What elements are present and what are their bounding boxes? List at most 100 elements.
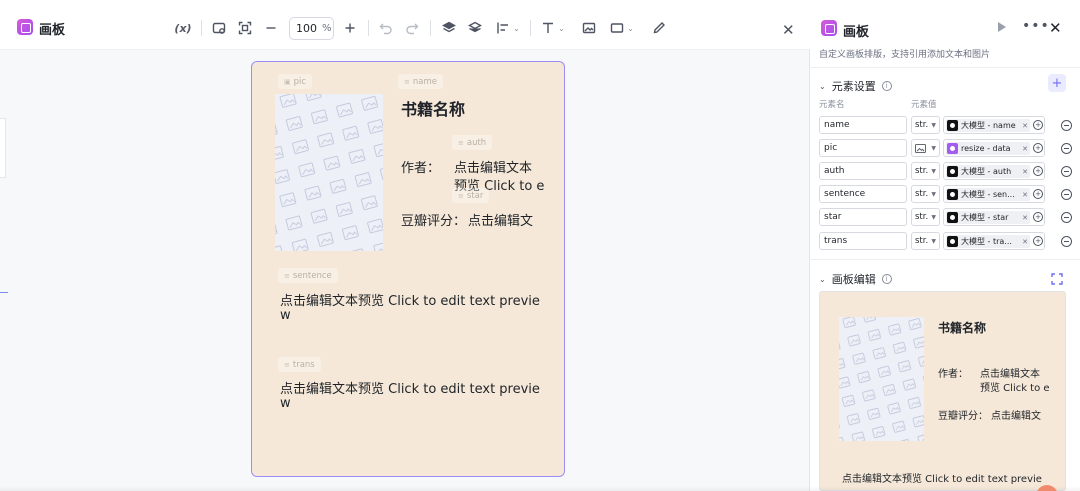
canvas-app-icon	[17, 19, 33, 35]
align-dropdown[interactable]: ⌄	[493, 18, 523, 38]
element-name-input[interactable]: pic	[819, 139, 907, 157]
chevron-down-icon: ▼	[931, 121, 936, 129]
element-value-field[interactable]: 大模型 - name ✕ +	[943, 116, 1045, 134]
toolbar-divider	[530, 20, 531, 36]
canvas-node-icon	[821, 20, 837, 36]
node-settings-panel: 画板 ••• ✕ 自定义画板排版，支持引用添加文本和图片 ⌄ 元素设置 i + …	[811, 0, 1080, 491]
app-title: 画板	[39, 23, 66, 38]
string-type-icon: ≡	[284, 271, 290, 280]
element-value-field[interactable]: 大模型 - star ✕ +	[943, 208, 1045, 226]
element-name-input[interactable]: star	[819, 208, 907, 226]
fit-screen-icon[interactable]	[237, 18, 253, 38]
tag-name: ≡ name	[398, 74, 443, 89]
element-value-field[interactable]: 大模型 - tra... ✕ +	[943, 232, 1045, 250]
element-settings-header[interactable]: ⌄ 元素设置 i	[819, 78, 892, 94]
panel-description: 自定义画板排版，支持引用添加文本和图片	[819, 50, 991, 60]
book-title-text[interactable]: 书籍名称	[401, 96, 465, 120]
more-icon[interactable]: •••	[1022, 18, 1050, 34]
canvas-board[interactable]: ▣ pic ≡ name 书籍名称 ≡ auth 作者： 点击编辑文本 预览 Clic…	[251, 61, 565, 477]
layers-icon[interactable]	[467, 18, 483, 38]
reference-chip: 大模型 - auth ✕	[946, 165, 1030, 178]
variable-button[interactable]: (x)	[174, 18, 192, 38]
layer-up-icon[interactable]	[441, 18, 457, 38]
image-tool-icon[interactable]	[581, 18, 597, 38]
add-reference-icon[interactable]: +	[1033, 120, 1043, 130]
pen-tool-icon[interactable]	[651, 18, 667, 38]
collapsed-side-panel[interactable]	[0, 118, 6, 178]
tag-auth: ≡ auth	[452, 135, 493, 150]
zoom-in-icon[interactable]	[342, 18, 358, 38]
undo-icon[interactable]	[378, 18, 394, 38]
run-icon[interactable]	[998, 22, 1006, 32]
remove-row-icon[interactable]	[1061, 212, 1072, 223]
element-name-input[interactable]: trans	[819, 232, 907, 250]
canvas-preview[interactable]: 书籍名称 作者： 点击编辑文本 预览 Click to e 豆瓣评分： 点击编辑…	[819, 291, 1066, 491]
element-value-field[interactable]: resize - data ✕ +	[943, 139, 1045, 157]
zoom-out-icon[interactable]	[263, 18, 279, 38]
remove-chip-icon[interactable]: ✕	[1022, 145, 1028, 153]
redo-icon[interactable]	[404, 18, 420, 38]
add-reference-icon[interactable]: +	[1033, 189, 1043, 199]
add-reference-icon[interactable]: +	[1033, 212, 1043, 222]
type-select[interactable]: str. ▼	[911, 232, 940, 250]
trans-line1[interactable]: 点击编辑文本预览 Click to edit text previe	[280, 378, 540, 397]
preview-rating-label: 豆瓣评分：	[938, 411, 988, 422]
remove-row-icon[interactable]	[1061, 120, 1072, 131]
preview-book-title: 书籍名称	[938, 321, 987, 335]
llm-icon	[947, 120, 958, 131]
rating-value[interactable]: 点击编辑文	[468, 210, 533, 229]
element-row: trans str. ▼ 大模型 - tra... ✕ +	[819, 232, 1074, 252]
sentence-line2[interactable]: w	[280, 308, 291, 323]
remove-row-icon[interactable]	[1061, 166, 1072, 177]
llm-icon	[947, 212, 958, 223]
image-type-icon: ▣	[284, 77, 291, 86]
remove-chip-icon[interactable]: ✕	[1022, 214, 1028, 222]
type-select[interactable]: str. ▼	[911, 162, 940, 180]
type-select[interactable]: str. ▼	[911, 116, 940, 134]
llm-icon	[947, 166, 958, 177]
add-reference-icon[interactable]: +	[1033, 166, 1043, 176]
llm-icon	[947, 236, 958, 247]
remove-chip-icon[interactable]: ✕	[1022, 168, 1028, 176]
fullscreen-icon[interactable]	[1051, 270, 1063, 285]
panel-title: 画板	[843, 25, 870, 40]
type-select[interactable]: str. ▼	[911, 208, 940, 226]
pic-placeholder[interactable]	[275, 94, 383, 251]
type-select[interactable]: ▼	[911, 139, 940, 157]
shape-tool-dropdown[interactable]: ⌄	[607, 18, 637, 38]
remove-row-icon[interactable]	[1061, 143, 1072, 154]
add-reference-icon[interactable]: +	[1033, 143, 1043, 153]
element-value-field[interactable]: 大模型 - sen... ✕ +	[943, 185, 1045, 203]
remove-chip-icon[interactable]: ✕	[1022, 191, 1028, 199]
sentence-line1[interactable]: 点击编辑文本预览 Click to edit text previe	[280, 290, 540, 309]
canvas-edit-header[interactable]: ⌄ 画板编辑 i	[819, 271, 892, 287]
author-value-line1[interactable]: 点击编辑文本	[454, 157, 532, 176]
remove-chip-icon[interactable]: ✕	[1022, 238, 1028, 246]
preview-pic-placeholder	[839, 317, 924, 441]
image-placeholder-pattern	[839, 317, 924, 441]
remove-chip-icon[interactable]: ✕	[1022, 122, 1028, 130]
element-value-field[interactable]: 大模型 - auth ✕ +	[943, 162, 1045, 180]
info-icon[interactable]: i	[881, 81, 892, 91]
col-header-name: 元素名	[819, 100, 845, 110]
canvas-size-icon[interactable]	[211, 18, 227, 38]
remove-row-icon[interactable]	[1061, 189, 1072, 200]
remove-row-icon[interactable]	[1061, 236, 1072, 247]
chevron-down-icon: ▼	[931, 190, 936, 198]
text-tool-dropdown[interactable]: ⌄	[538, 18, 568, 38]
trans-line2[interactable]: w	[280, 396, 291, 411]
zoom-unit: %	[322, 23, 332, 34]
element-row: pic ▼ resize - data ✕ +	[819, 139, 1074, 159]
close-panel-icon[interactable]: ✕	[1049, 19, 1062, 37]
element-name-input[interactable]: name	[819, 116, 907, 134]
close-editor-icon[interactable]: ✕	[782, 21, 795, 39]
add-reference-icon[interactable]: +	[1033, 236, 1043, 246]
type-select[interactable]: str. ▼	[911, 185, 940, 203]
add-element-button[interactable]: +	[1048, 74, 1066, 92]
element-name-input[interactable]: auth	[819, 162, 907, 180]
zoom-input[interactable]: 100 %	[289, 17, 334, 40]
element-name-input[interactable]: sentence	[819, 185, 907, 203]
chevron-down-icon: ⌄	[819, 81, 826, 91]
info-icon[interactable]: i	[881, 274, 892, 284]
element-row: auth str. ▼ 大模型 - auth ✕ +	[819, 162, 1074, 182]
